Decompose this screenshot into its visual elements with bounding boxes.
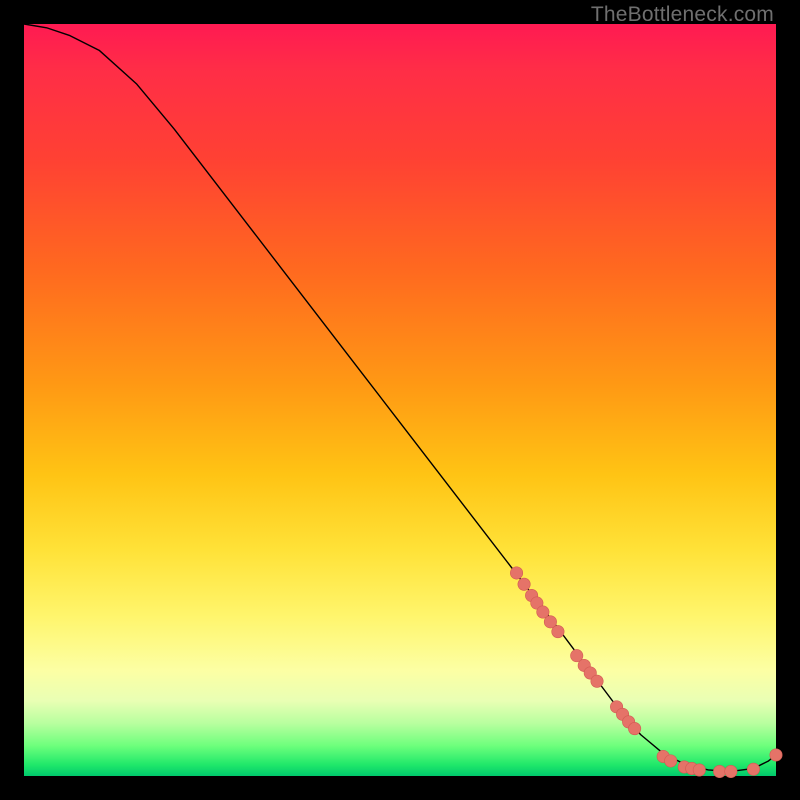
data-marker — [510, 567, 522, 579]
data-marker — [693, 764, 705, 776]
data-marker — [518, 578, 530, 590]
data-marker — [628, 722, 640, 734]
data-marker — [747, 763, 759, 775]
chart-stage: TheBottleneck.com — [0, 0, 800, 800]
data-marker — [713, 765, 725, 777]
curve-markers — [510, 567, 782, 778]
data-marker — [725, 765, 737, 777]
curve-line — [24, 24, 776, 771]
data-marker — [591, 675, 603, 687]
data-marker — [552, 625, 564, 637]
data-marker — [665, 755, 677, 767]
curve-layer — [24, 24, 776, 776]
plot-area — [24, 24, 776, 776]
data-marker — [770, 749, 782, 761]
